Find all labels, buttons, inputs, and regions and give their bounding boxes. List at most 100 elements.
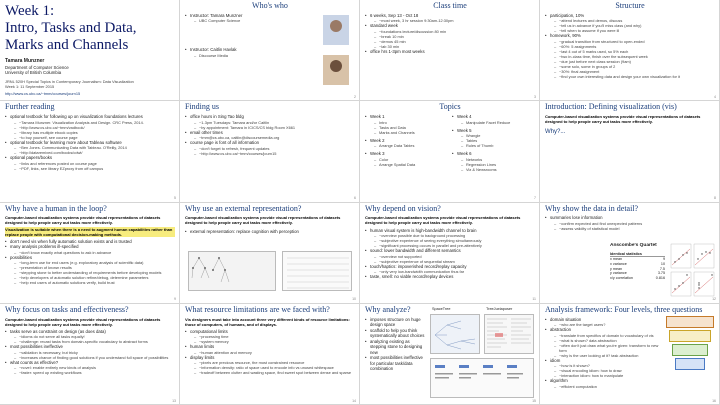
- slide-12-show-detail[interactable]: Why show the data in detail? summaries l…: [540, 202, 720, 304]
- sub-bullet: Arrange Data Tables: [370, 143, 448, 148]
- slide-title: Finding us: [185, 102, 220, 112]
- sub-bullet: Arrange Spatial Data: [370, 162, 448, 167]
- bullet: email other times ~tmm@cs.ubc.ca, caitli…: [185, 130, 355, 141]
- cognition-perception-figure: [188, 250, 276, 291]
- slide-title: Introduction: Defining visualization (vi…: [545, 102, 677, 112]
- sub-bullet: ~tradeoff between clutter and wasting sp…: [190, 370, 355, 375]
- slide-3-class-time[interactable]: Class time 6 weeks, Sep 13 - Oct 18~most…: [360, 0, 540, 102]
- course-date: Week 1: 11 September 2015: [5, 83, 55, 89]
- slide-5-further-reading[interactable]: Further reading optional textbook for fo…: [0, 101, 180, 203]
- algorithm-level-box: [675, 357, 705, 370]
- idiom-level-box: [672, 343, 708, 356]
- bullet: imposes structure on huge design space: [365, 317, 427, 328]
- bullet: sound: lower bandwidth and different sem…: [365, 248, 535, 264]
- bullet: abstraction ~translate from specifics of…: [545, 327, 663, 358]
- instructor-photo-1: [323, 15, 349, 45]
- resource-quote: Vis designers must take into account thr…: [185, 316, 350, 327]
- bullet: Week 5WrangleTablesRules of Thumb: [452, 128, 535, 149]
- sub-bullet: Rules of Thumb: [457, 143, 535, 148]
- bullet: participation, 10% ~attend lectures and …: [545, 13, 715, 34]
- vis-definition-quote: Computer-based visualization systems pro…: [5, 215, 161, 226]
- sub-bullet: Marks and Channels: [370, 130, 448, 135]
- abstraction-level-box: [669, 329, 711, 342]
- course-week-title: Week 1: Intro, Tasks and Data, Marks and C…: [5, 3, 137, 53]
- slide-11-depend-vision[interactable]: Why depend on vision? Computer-based vis…: [360, 202, 540, 304]
- bullet: Week 2Arrange Data Tables: [365, 138, 448, 149]
- slide-13-tasks-effectiveness[interactable]: Why focus on tasks and effectiveness? Co…: [0, 303, 180, 405]
- bullet: taste, smell: no viable record/replay de…: [365, 274, 535, 280]
- bullet: scaffold to help you think systematicall…: [365, 328, 427, 339]
- nested-model-diagram: [666, 315, 714, 370]
- slide-title: What resource limitations are we faced w…: [185, 304, 330, 314]
- sub-bullet: ~PDF, links, see library EZproxy from of…: [10, 166, 175, 171]
- slide-title: Topics: [439, 102, 461, 112]
- bullet: display limits ~pixels are precious reso…: [185, 355, 355, 376]
- bullet: optional papers/books ~links and referen…: [5, 155, 175, 171]
- anscombe-stats-table: Identical statistics x mean 9 x variance 1…: [610, 252, 665, 281]
- sub-bullet: Viz & Newsrooms: [457, 167, 535, 172]
- bullet: human limits ~human attention and memory: [185, 344, 355, 355]
- tree-diagram-icon: [191, 256, 230, 282]
- slide-8-defining-vis[interactable]: Introduction: Defining visualization (vi…: [540, 101, 720, 203]
- spacetree-label: SpaceTree: [432, 306, 451, 311]
- slide-title: Further reading: [5, 102, 55, 112]
- sub-bullet: ~faster: speed up existing workflows: [10, 370, 175, 375]
- treejuxtaposer-figure: [484, 313, 534, 354]
- treejuxtaposer-label: TreeJuxtaposer: [486, 306, 513, 311]
- instructor-photo-2: [323, 55, 349, 85]
- slide-2-whos-who[interactable]: Who's who Instructor: Tamara MunznerUBC …: [180, 0, 360, 102]
- course-url-link[interactable]: http://www.cs.ubc.ca/~tmm/courses/journ1…: [5, 91, 175, 96]
- sub-bullet: ~help end users of automatic solutions v…: [10, 280, 175, 285]
- slide-title: Structure: [615, 1, 645, 10]
- table-figure: [282, 250, 352, 291]
- bullet: external representation: replace cogniti…: [185, 229, 355, 235]
- anscombe-scatterplots: [670, 243, 715, 296]
- bullet: Week 6NetworksRegression LinesViz & News…: [452, 151, 535, 172]
- bullet: optional textbook for learning more abou…: [5, 140, 175, 156]
- bullet: optional textbook for following up on vi…: [5, 114, 175, 140]
- slide-10-external-rep[interactable]: Why use an external representation? Comp…: [180, 202, 360, 304]
- slide-16-analysis-framework[interactable]: Analysis framework: Four levels, three q…: [540, 303, 720, 405]
- bullet: possibilities ~long-term use for end use…: [5, 255, 175, 286]
- bullet: touch/haptics: impoverished record/repla…: [365, 264, 535, 275]
- bullet: Week 4Manipulate Facet Reduce: [452, 114, 535, 125]
- bullet: algorithm ~efficient computation: [545, 378, 663, 389]
- slide-title: Class time: [433, 1, 467, 10]
- slide-title: Why focus on tasks and effectiveness?: [5, 304, 129, 314]
- bullet: 6 weeks, Sep 13 - Oct 18~most week, 3 hr…: [365, 13, 535, 24]
- slide-title: Why show the data in detail?: [545, 203, 639, 213]
- slide-15-why-analyze[interactable]: Why analyze? imposes structure on huge d…: [360, 303, 540, 405]
- slide-6-finding-us[interactable]: Finding us office hours in Sing Tao bldg…: [180, 101, 360, 203]
- bullet: most possibilities ineffective for parti…: [365, 355, 427, 372]
- bullet: most possibilities ineffective ~validati…: [5, 344, 175, 360]
- slide-14-resource-limits[interactable]: What resource limitations are we faced w…: [180, 303, 360, 405]
- course-page-link[interactable]: ~http://www.cs.ubc.ca/~tmm/courses/journ…: [190, 151, 355, 156]
- vis-definition-quote: Computer-based visualization systems pro…: [5, 316, 161, 327]
- bullet: office hours in Sing Tao bldg ~1-3pm Tue…: [185, 114, 355, 130]
- bullet: Week 1IntroTasks and DataMarks and Chann…: [365, 114, 448, 135]
- bullet: what counts as effective? ~novel: enable…: [5, 360, 175, 376]
- slide-9-human-in-loop[interactable]: Why have a human in the loop? Computer-b…: [0, 202, 180, 304]
- augment-quote: Visualization is suitable when there is …: [5, 226, 175, 237]
- bullet: office hrs 1-3pm most weeks: [365, 49, 535, 55]
- slide-title: Who's who: [252, 1, 288, 10]
- design-space-icon: [435, 364, 523, 379]
- sub-bullet: Manipulate Facet Reduce: [457, 120, 535, 125]
- vis-definition-quote: Computer-based visualization systems pro…: [365, 215, 521, 226]
- slide-1-title[interactable]: Week 1: Intro, Tasks and Data, Marks and C…: [0, 0, 180, 102]
- slide-7-topics[interactable]: Topics Week 1IntroTasks and DataMarks an…: [360, 101, 540, 203]
- bullet: many analysis problems ill-specified~don…: [5, 244, 175, 255]
- sub-bullet: ~efficient computation: [550, 384, 663, 389]
- vis-definition-quote: Computer-based visualization systems pro…: [545, 114, 701, 125]
- tree-juxtaposer-icon: [487, 318, 531, 347]
- table-lines-icon: [287, 257, 349, 288]
- bullet: course page is font of all information ~…: [185, 140, 355, 156]
- sub-bullet: ~often don't just draw what you're given…: [550, 343, 663, 353]
- anscombe-title: Anscombe's Quartet: [610, 242, 657, 248]
- sub-bullet: ~assess validity of statistical model: [550, 226, 715, 231]
- bullet: homework, 90% ~gradual transition from s…: [545, 33, 715, 79]
- slide-title: Why have a human in the loop?: [5, 203, 107, 213]
- slide-title: Why use an external representation?: [185, 203, 302, 213]
- slide-4-structure[interactable]: Structure participation, 10% ~attend lec…: [540, 0, 720, 102]
- slide-title: Why depend on vision?: [365, 203, 441, 213]
